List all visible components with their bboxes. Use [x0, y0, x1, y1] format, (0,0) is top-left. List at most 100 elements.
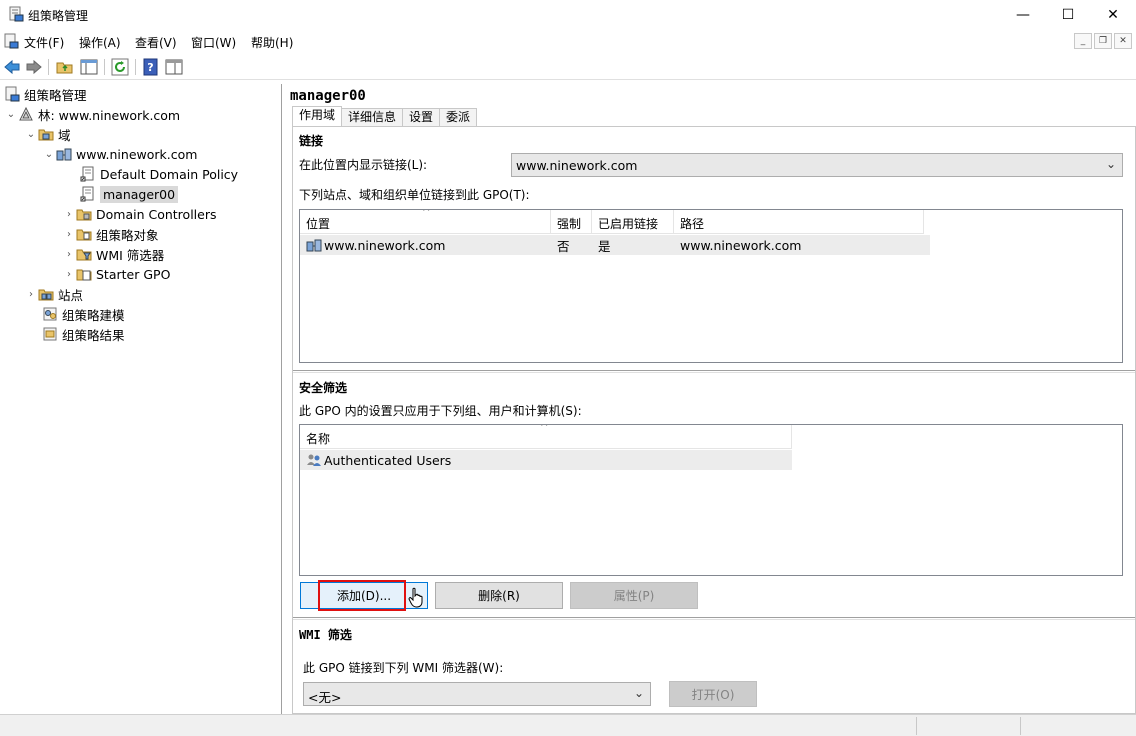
sort-ascending-icon: ^ [422, 209, 431, 218]
menu-action[interactable]: 操作(A) [79, 34, 121, 51]
sites-icon [38, 289, 54, 301]
tree-label: 组策略对象 [96, 227, 159, 243]
tree-node-gpo-objects[interactable]: › 组策略对象 [62, 224, 159, 244]
sort-ascending-icon: ^ [540, 424, 549, 433]
up-folder-icon[interactable] [56, 58, 74, 76]
links-location-label: 在此位置内显示链接(L): [299, 158, 428, 172]
wmi-filter-dropdown[interactable]: <无> ⌄ [303, 682, 651, 706]
domain-icon [56, 148, 72, 161]
tree-node-sites[interactable]: › 站点 [24, 284, 83, 304]
gpo-folder-icon [76, 229, 92, 241]
modeling-icon [43, 307, 57, 321]
security-filter-list[interactable]: 名称 ^ Authenticated Users [299, 424, 1123, 576]
tree-node-results[interactable]: 组策略结果 [38, 324, 125, 344]
forest-icon [19, 106, 33, 121]
status-divider [916, 717, 917, 735]
section-divider [293, 370, 1135, 373]
tree-node-starter-gpo[interactable]: › Starter GPO [62, 264, 170, 284]
column-header-name[interactable]: 名称 ^ [300, 425, 792, 449]
dropdown-value: www.ninework.com [516, 158, 638, 173]
tab-scope[interactable]: 作用域 [292, 106, 343, 126]
tree-label: Domain Controllers [96, 206, 217, 222]
security-section-title: 安全筛选 [299, 381, 348, 395]
column-header-link-enabled[interactable]: 已启用链接 [592, 210, 674, 234]
gpo-title: manager00 [290, 88, 366, 104]
toolbar-separator [48, 59, 49, 75]
tab-delegation[interactable]: 委派 [439, 108, 478, 126]
help-icon[interactable]: ? [142, 58, 160, 76]
tree-node-forest[interactable]: ⌄ 林: www.ninework.com [4, 104, 180, 124]
tree-label: 林: www.ninework.com [38, 107, 181, 123]
back-arrow-icon[interactable] [3, 58, 21, 76]
tree-node-modeling[interactable]: 组策略建模 [38, 304, 125, 324]
domains-folder-icon [38, 129, 54, 141]
hand-cursor-icon [408, 587, 423, 608]
tree-label: Starter GPO [96, 266, 171, 282]
tab-settings[interactable]: 设置 [402, 108, 441, 126]
menu-view[interactable]: 查看(V) [135, 34, 177, 51]
tree-node-domain-controllers[interactable]: › Domain Controllers [62, 204, 216, 224]
expanded-chevron-icon[interactable]: ⌄ [4, 109, 18, 120]
column-header-enforced[interactable]: 强制 [551, 210, 592, 234]
mdi-minimize-button[interactable]: _ [1074, 33, 1092, 49]
refresh-icon[interactable] [111, 58, 129, 76]
mdi-controls: _ ❐ ✕ [1074, 33, 1132, 49]
column-header-path[interactable]: 路径 [674, 210, 924, 234]
close-button[interactable]: ✕ [1090, 0, 1136, 30]
tree-label: 组策略建模 [62, 307, 125, 323]
system-menu-icon[interactable] [3, 33, 19, 49]
mdi-close-button[interactable]: ✕ [1114, 33, 1132, 49]
collapsed-chevron-icon[interactable]: › [62, 269, 76, 280]
tab-details[interactable]: 详细信息 [341, 108, 404, 126]
mdi-restore-button[interactable]: ❐ [1094, 33, 1112, 49]
toolbar: ? [0, 54, 1136, 80]
chevron-down-icon: ⌄ [633, 686, 644, 700]
forward-arrow-icon[interactable] [25, 58, 43, 76]
open-button: 打开(O) [669, 681, 757, 707]
collapsed-chevron-icon[interactable]: › [62, 249, 76, 260]
toolbar-separator [135, 59, 136, 75]
links-location-dropdown[interactable]: www.ninework.com ⌄ [511, 153, 1123, 177]
table-row[interactable]: www.ninework.com 否 是 www.ninework.com [300, 235, 930, 255]
remove-button[interactable]: 删除(R) [435, 582, 563, 609]
collapsed-chevron-icon[interactable]: › [62, 209, 76, 220]
tree-node-default-domain-policy[interactable]: Default Domain Policy [66, 164, 238, 184]
table-row[interactable]: Authenticated Users [300, 450, 792, 470]
maximize-button[interactable]: ☐ [1045, 0, 1091, 30]
wmi-folder-icon [76, 249, 92, 261]
cell-enforced: 否 [557, 238, 570, 254]
menu-window[interactable]: 窗口(W) [191, 34, 236, 51]
tree-label: 组策略结果 [62, 327, 125, 343]
links-list-label: 下列站点、域和组织单位链接到此 GPO(T): [299, 188, 530, 202]
menu-file[interactable]: 文件(F) [24, 34, 64, 51]
expanded-chevron-icon[interactable]: ⌄ [24, 129, 38, 140]
minimize-button[interactable]: — [1000, 0, 1046, 30]
status-divider [1020, 717, 1021, 735]
title-bar: 组策略管理 — ☐ ✕ [0, 0, 1136, 30]
maximize-icon: ☐ [1061, 7, 1075, 23]
properties-view-icon[interactable] [165, 58, 183, 76]
svg-text:?: ? [147, 61, 153, 74]
collapsed-chevron-icon[interactable]: › [62, 229, 76, 240]
tree-node-root[interactable]: 组策略管理 [4, 84, 87, 104]
tree-node-manager00[interactable]: manager00 [66, 184, 179, 204]
highlight-annotation [318, 580, 406, 611]
expanded-chevron-icon[interactable]: ⌄ [42, 149, 56, 160]
collapsed-chevron-icon[interactable]: › [24, 289, 38, 300]
tree-label: 组策略管理 [24, 87, 87, 103]
results-icon [43, 327, 57, 341]
show-hide-tree-icon[interactable] [80, 58, 98, 76]
minimize-icon: — [1016, 7, 1030, 23]
properties-button: 属性(P) [570, 582, 698, 609]
tree-node-domain[interactable]: ⌄ www.ninework.com [42, 144, 198, 164]
menu-bar: 文件(F) 操作(A) 查看(V) 窗口(W) 帮助(H) _ ❐ ✕ [0, 30, 1136, 52]
tree-node-wmi-filters[interactable]: › WMI 筛选器 [62, 244, 164, 264]
section-divider [293, 617, 1135, 620]
tree-node-domains[interactable]: ⌄ 域 [24, 124, 71, 144]
ou-folder-icon [76, 209, 92, 221]
menu-help[interactable]: 帮助(H) [251, 34, 293, 51]
chevron-down-icon: ⌄ [1105, 157, 1116, 171]
links-list[interactable]: 位置 ^ 强制 已启用链接 路径 www.ninework.com 否 是 ww… [299, 209, 1123, 363]
column-header-location[interactable]: 位置 ^ [300, 210, 551, 234]
cell-name: Authenticated Users [324, 452, 452, 468]
